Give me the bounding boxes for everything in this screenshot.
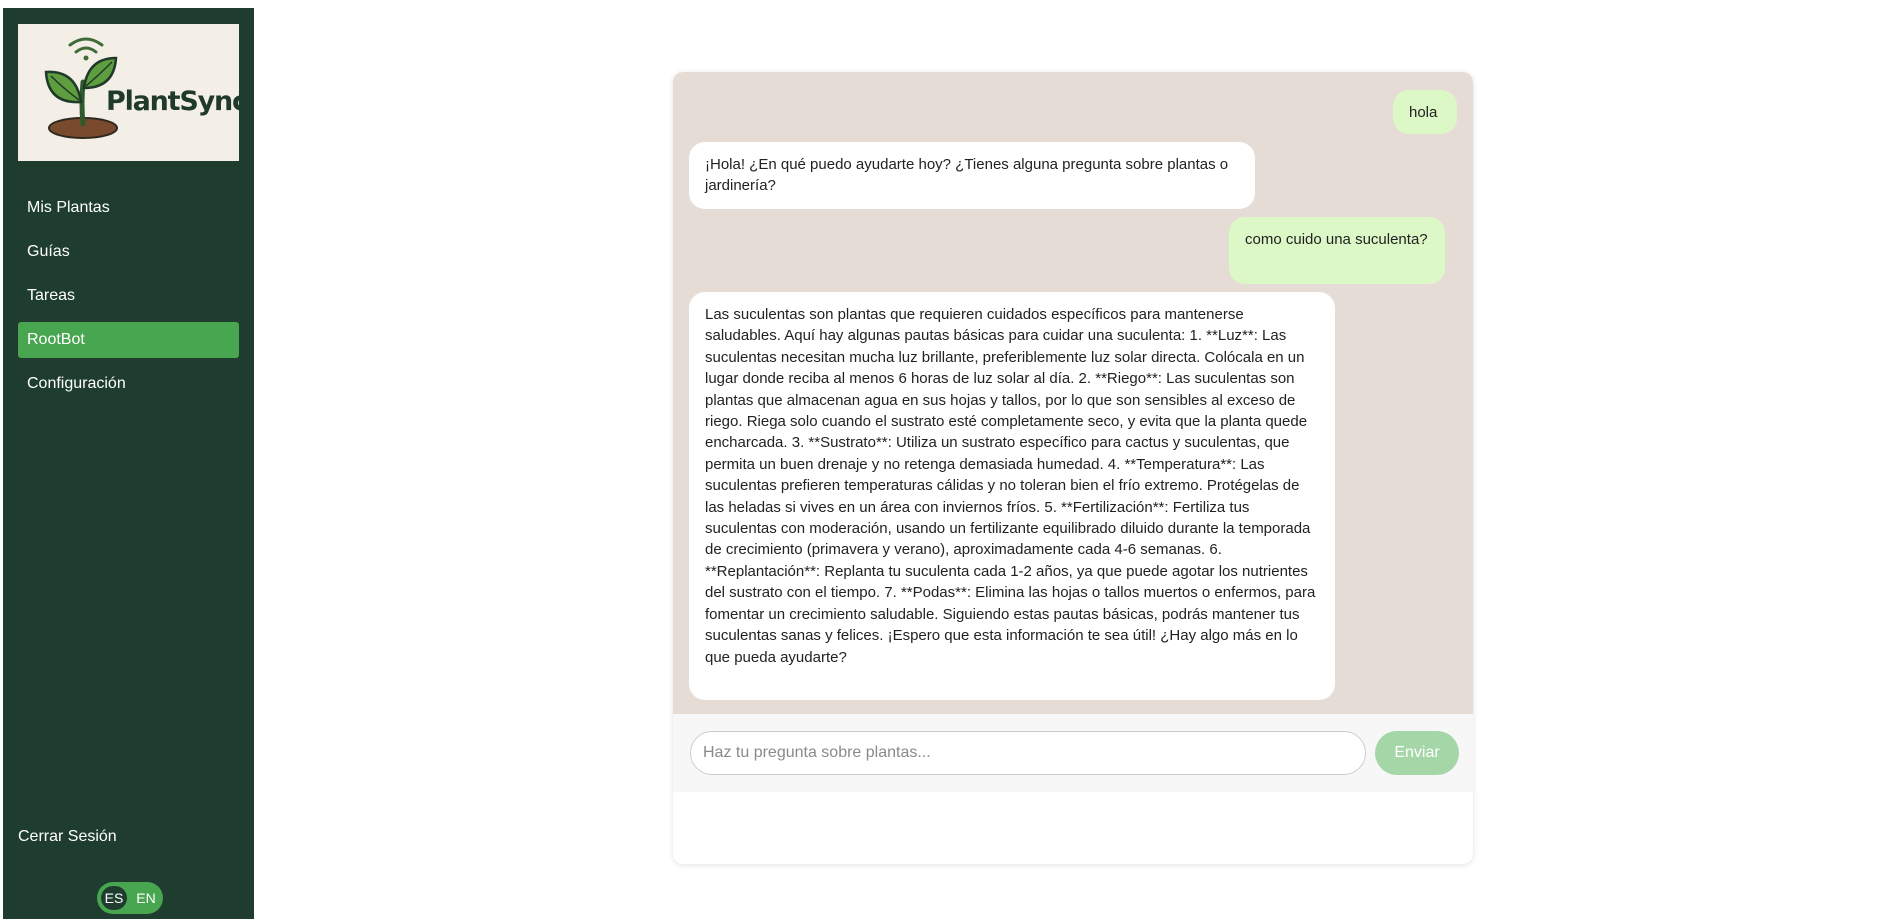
app-name: PlantSync — [106, 86, 239, 117]
sidebar-item-configuracion[interactable]: Configuración — [18, 366, 239, 402]
sidebar: PlantSync Mis Plantas Guías Tareas RootB… — [3, 8, 254, 919]
chat-input[interactable] — [690, 731, 1366, 775]
user-message: hola — [1393, 90, 1457, 134]
logout-button[interactable]: Cerrar Sesión — [18, 828, 117, 846]
language-option-es[interactable]: ES — [101, 886, 127, 910]
language-toggle[interactable]: ES EN — [97, 882, 163, 914]
sidebar-item-rootbot[interactable]: RootBot — [18, 322, 239, 358]
chat-input-row: Enviar — [673, 714, 1473, 792]
chat-panel: hola ¡Hola! ¿En qué puedo ayudarte hoy? … — [673, 72, 1473, 864]
sidebar-item-mis-plantas[interactable]: Mis Plantas — [18, 190, 239, 226]
send-button[interactable]: Enviar — [1375, 731, 1459, 775]
app-logo[interactable]: PlantSync — [18, 24, 239, 161]
sidebar-item-tareas[interactable]: Tareas — [18, 278, 239, 314]
sidebar-nav: Mis Plantas Guías Tareas RootBot Configu… — [18, 190, 239, 410]
sidebar-item-guias[interactable]: Guías — [18, 234, 239, 270]
bot-message: Las suculentas son plantas que requieren… — [689, 292, 1335, 700]
message-list[interactable]: hola ¡Hola! ¿En qué puedo ayudarte hoy? … — [673, 72, 1473, 714]
bot-message: ¡Hola! ¿En qué puedo ayudarte hoy? ¿Tien… — [689, 142, 1255, 209]
user-message: como cuido una suculenta? — [1229, 217, 1445, 284]
language-option-en[interactable]: EN — [133, 886, 159, 910]
